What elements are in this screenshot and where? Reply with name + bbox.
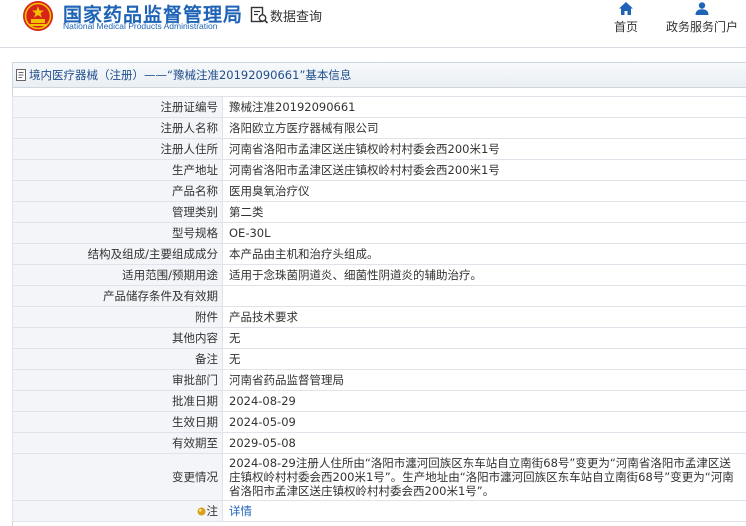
table-row: 产品储存条件及有效期	[12, 285, 746, 307]
nav-gov-service-label: 政务服务门户	[665, 20, 738, 34]
row-label: 注册人住所	[12, 138, 223, 160]
note-row: 注 详情	[12, 500, 746, 522]
table-row: 备注无	[12, 348, 746, 370]
row-label: 审批部门	[12, 369, 223, 391]
change-history-value: 2024-08-29注册人住所由“洛阳市瀍河回族区东车站自立南街68号”变更为“…	[222, 453, 746, 501]
note-label: 注	[206, 504, 219, 518]
row-value: 2024-08-29	[222, 390, 746, 412]
row-value: 产品技术要求	[222, 306, 746, 328]
row-value: 本产品由主机和治疗头组成。	[222, 243, 746, 265]
row-label: 产品名称	[12, 180, 223, 202]
row-value	[222, 285, 746, 307]
device-info-panel: 境内医疗器械（注册）——“豫械注准20192090661”基本信息 注册证编号豫…	[12, 62, 746, 526]
org-name-en: National Medical Products Administration	[63, 21, 218, 31]
data-query-icon[interactable]	[249, 5, 269, 25]
data-query-link[interactable]: 数据查询	[270, 6, 322, 25]
row-label: 附件	[12, 306, 223, 328]
row-value: OE-30L	[222, 222, 746, 244]
row-label: 注册证编号	[12, 96, 223, 118]
row-label: 管理类别	[12, 201, 223, 223]
details-link[interactable]: 详情	[229, 504, 252, 518]
table-row: 注册证编号 豫械注准20192090661	[12, 96, 746, 118]
info-dot-icon	[197, 507, 205, 516]
row-value: 河南省洛阳市孟津区送庄镇权岭村村委会西200米1号	[222, 138, 746, 160]
nav-home[interactable]: 首页	[608, 0, 644, 35]
row-value: 无	[222, 348, 746, 370]
row-label: 结构及组成/主要组成成分	[12, 243, 223, 265]
row-value: 医用臭氧治疗仪	[222, 180, 746, 202]
table-row: 注册人住所 河南省洛阳市孟津区送庄镇权岭村村委会西200米1号	[12, 138, 746, 160]
table-row: 批准日期 2024-08-29	[12, 390, 746, 412]
row-value: 河南省洛阳市孟津区送庄镇权岭村村委会西200米1号	[222, 159, 746, 181]
row-value: 洛阳欧立方医疗器械有限公司	[222, 117, 746, 139]
home-icon	[619, 2, 633, 15]
panel-title: 境内医疗器械（注册）——“豫械注准20192090661”基本信息	[13, 63, 746, 88]
panel-title-text: 境内医疗器械（注册）——“豫械注准20192090661”基本信息	[29, 68, 352, 82]
header-divider	[0, 47, 746, 48]
table-row: 其他内容无	[12, 327, 746, 349]
change-history-row: 变更情况 2024-08-29注册人住所由“洛阳市瀍河回族区东车站自立南街68号”…	[12, 453, 746, 501]
table-row: 产品名称 医用臭氧治疗仪	[12, 180, 746, 202]
table-row: 型号规格 OE-30L	[12, 222, 746, 244]
row-label: 批准日期	[12, 390, 223, 412]
row-value: 2024-05-09	[222, 411, 746, 433]
note-label-cell: 注	[12, 500, 223, 522]
table-row: 生效日期 2024-05-09	[12, 411, 746, 433]
document-icon	[16, 69, 26, 81]
row-value: 河南省药品监督管理局	[222, 369, 746, 391]
table-row: 管理类别 第二类	[12, 201, 746, 223]
change-history-label: 变更情况	[12, 453, 223, 501]
row-label: 备注	[12, 348, 223, 370]
table-row: 适用范围/预期用途 适用于念珠菌阴道炎、细菌性阴道炎的辅助治疗。	[12, 264, 746, 286]
national-emblem-icon	[23, 1, 53, 31]
row-label: 产品储存条件及有效期	[12, 285, 223, 307]
site-header: 国家药品监督管理局 National Medical Products Admi…	[0, 0, 746, 48]
table-row: 有效期至 2029-05-08	[12, 432, 746, 454]
row-label: 生效日期	[12, 411, 223, 433]
table-row: 注册人名称 洛阳欧立方医疗器械有限公司	[12, 117, 746, 139]
row-value: 豫械注准20192090661	[222, 96, 746, 118]
row-label: 其他内容	[12, 327, 223, 349]
row-value: 无	[222, 327, 746, 349]
table-row: 结构及组成/主要组成成分 本产品由主机和治疗头组成。	[12, 243, 746, 265]
row-value: 第二类	[222, 201, 746, 223]
row-label: 注册人名称	[12, 117, 223, 139]
row-label: 生产地址	[12, 159, 223, 181]
row-value: 2029-05-08	[222, 432, 746, 454]
table-row: 生产地址 河南省洛阳市孟津区送庄镇权岭村村委会西200米1号	[12, 159, 746, 181]
user-icon	[695, 2, 709, 15]
note-value-cell: 详情	[222, 500, 746, 522]
row-value: 适用于念珠菌阴道炎、细菌性阴道炎的辅助治疗。	[222, 264, 746, 286]
nav-home-label: 首页	[613, 20, 638, 34]
nav-gov-service[interactable]: 政务服务门户	[662, 0, 742, 35]
info-table: 注册证编号 豫械注准20192090661 注册人名称 洛阳欧立方医疗器械有限公司 …	[12, 96, 746, 522]
row-label: 有效期至	[12, 432, 223, 454]
row-label: 型号规格	[12, 222, 223, 244]
table-row: 审批部门 河南省药品监督管理局	[12, 369, 746, 391]
table-row: 附件 产品技术要求	[12, 306, 746, 328]
row-label: 适用范围/预期用途	[12, 264, 223, 286]
